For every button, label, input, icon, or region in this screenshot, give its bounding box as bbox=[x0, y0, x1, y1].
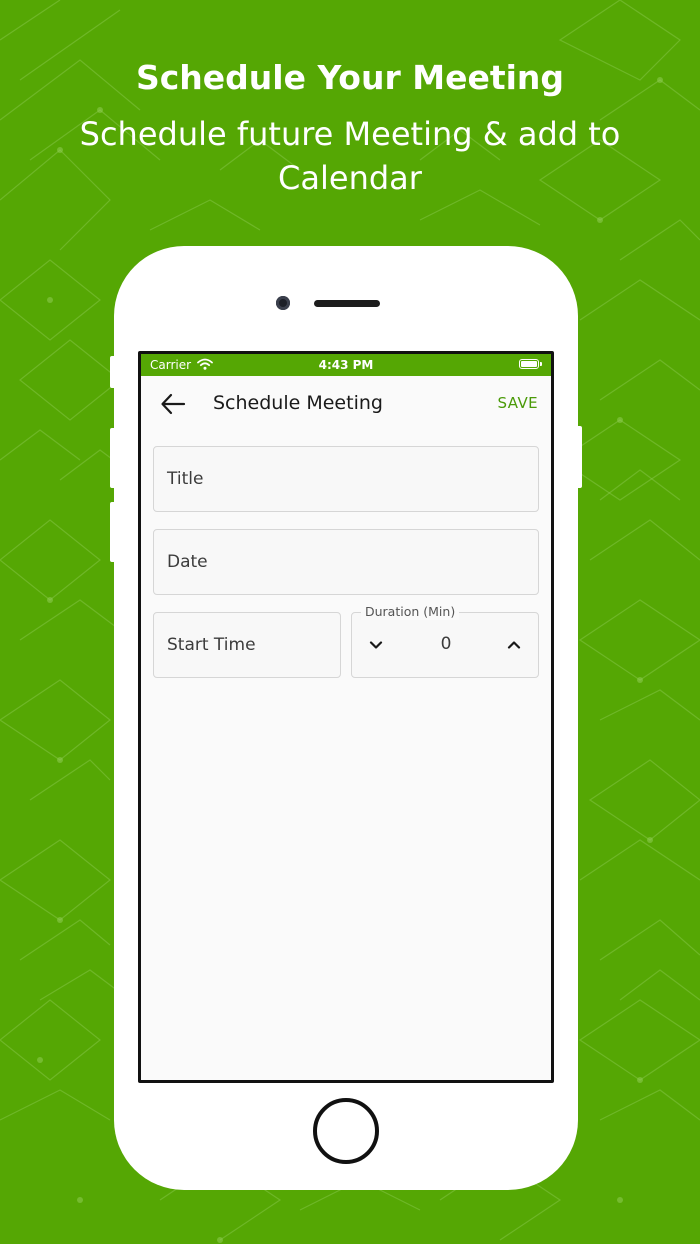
date-placeholder: Date bbox=[167, 552, 208, 572]
status-time: 4:43 PM bbox=[318, 358, 374, 372]
title-field[interactable]: Title bbox=[153, 446, 539, 512]
start-time-placeholder: Start Time bbox=[167, 635, 256, 655]
duration-label: Duration (Min) bbox=[361, 604, 460, 620]
battery-tip bbox=[540, 362, 542, 366]
start-time-field[interactable]: Start Time bbox=[153, 612, 341, 678]
date-field[interactable]: Date bbox=[153, 529, 539, 595]
app-bar: Schedule Meeting SAVE bbox=[141, 376, 551, 432]
phone-frame: Carrier 4:43 PM Schedule Meeting SAVE Ti… bbox=[114, 246, 578, 1190]
status-bar: Carrier 4:43 PM bbox=[141, 354, 551, 376]
home-button[interactable] bbox=[313, 1098, 379, 1164]
page-title: Schedule Meeting bbox=[213, 392, 383, 414]
battery-level bbox=[521, 361, 537, 367]
title-placeholder: Title bbox=[167, 469, 204, 489]
duration-stepper: Duration (Min) 0 bbox=[351, 604, 539, 678]
promo-headline: Schedule Your Meeting bbox=[135, 58, 565, 97]
chevron-up-icon[interactable] bbox=[504, 635, 524, 655]
earpiece-speaker bbox=[314, 300, 380, 307]
front-camera-icon bbox=[276, 296, 290, 310]
promo-subline: Schedule future Meeting & add to Calenda… bbox=[79, 115, 621, 197]
arrow-left-icon[interactable] bbox=[159, 390, 187, 418]
battery-icon bbox=[519, 359, 539, 369]
phone-screen: Carrier 4:43 PM Schedule Meeting SAVE Ti… bbox=[138, 351, 554, 1083]
app-screen: Carrier 4:43 PM Schedule Meeting SAVE Ti… bbox=[141, 354, 551, 1080]
save-button[interactable]: SAVE bbox=[498, 394, 538, 412]
